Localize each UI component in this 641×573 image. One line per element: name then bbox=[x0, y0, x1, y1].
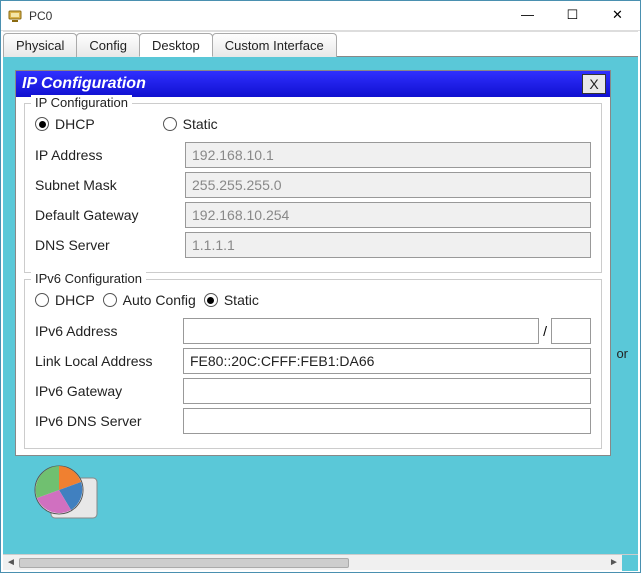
link-local-input[interactable] bbox=[183, 348, 591, 374]
ipv4-legend: IP Configuration bbox=[31, 95, 132, 110]
ipv6-gateway-label: IPv6 Gateway bbox=[35, 383, 183, 399]
ipv6-static-label: Static bbox=[224, 292, 259, 308]
tab-custom-interface[interactable]: Custom Interface bbox=[212, 33, 337, 57]
radio-icon bbox=[163, 117, 177, 131]
desktop-app-icon[interactable] bbox=[31, 456, 101, 526]
tab-desktop[interactable]: Desktop bbox=[139, 33, 213, 57]
ipv6-fieldset: IPv6 Configuration DHCP Auto Config S bbox=[24, 279, 602, 449]
bg-fragment-or: or bbox=[616, 346, 628, 361]
minimize-button[interactable]: — bbox=[505, 1, 550, 29]
app-window: PC0 — ☐ ✕ Physical Config Desktop Custom… bbox=[0, 0, 641, 573]
ip-address-row: IP Address bbox=[35, 142, 591, 168]
ip-address-label: IP Address bbox=[35, 147, 185, 163]
default-gateway-row: Default Gateway bbox=[35, 202, 591, 228]
link-local-label: Link Local Address bbox=[35, 353, 183, 369]
default-gateway-input[interactable] bbox=[185, 202, 591, 228]
link-local-row: Link Local Address bbox=[35, 348, 591, 374]
dns-server-input[interactable] bbox=[185, 232, 591, 258]
ipv6-dhcp-radio[interactable]: DHCP bbox=[35, 292, 95, 308]
pc-icon bbox=[7, 8, 23, 24]
scroll-track[interactable] bbox=[19, 556, 606, 570]
subnet-mask-input[interactable] bbox=[185, 172, 591, 198]
desktop-area: IP Configuration X IP Configuration DHCP… bbox=[9, 58, 632, 548]
ipv6-gateway-input[interactable] bbox=[183, 378, 591, 404]
ipv6-dns-label: IPv6 DNS Server bbox=[35, 413, 183, 429]
ip-config-app: IP Configuration X IP Configuration DHCP… bbox=[15, 70, 611, 456]
ipv6-address-label: IPv6 Address bbox=[35, 323, 183, 339]
subnet-mask-label: Subnet Mask bbox=[35, 177, 185, 193]
ipv6-auto-radio[interactable]: Auto Config bbox=[103, 292, 196, 308]
outer-titlebar: PC0 — ☐ ✕ bbox=[1, 1, 640, 31]
ipv6-mode-row: DHCP Auto Config Static bbox=[35, 292, 591, 308]
ip-config-titlebar: IP Configuration X bbox=[16, 71, 610, 97]
tab-physical[interactable]: Physical bbox=[3, 33, 77, 57]
ipv6-prefix-input[interactable] bbox=[551, 318, 591, 344]
ipv4-static-radio[interactable]: Static bbox=[163, 116, 218, 132]
radio-icon bbox=[204, 293, 218, 307]
radio-icon bbox=[35, 117, 49, 131]
ipv4-dhcp-radio[interactable]: DHCP bbox=[35, 116, 95, 132]
ipv6-static-radio[interactable]: Static bbox=[204, 292, 259, 308]
ip-config-close-button[interactable]: X bbox=[582, 74, 606, 94]
ipv6-dns-row: IPv6 DNS Server bbox=[35, 408, 591, 434]
window-title: PC0 bbox=[29, 9, 505, 23]
scroll-left-button[interactable]: ◄ bbox=[3, 556, 19, 570]
ipv4-mode-row: DHCP Static bbox=[35, 116, 591, 132]
prefix-separator: / bbox=[539, 323, 551, 339]
tab-strip: Physical Config Desktop Custom Interface bbox=[3, 31, 638, 57]
dns-server-label: DNS Server bbox=[35, 237, 185, 253]
subnet-mask-row: Subnet Mask bbox=[35, 172, 591, 198]
horizontal-scrollbar[interactable]: ◄ ► bbox=[3, 554, 638, 570]
close-button[interactable]: ✕ bbox=[595, 1, 640, 29]
ipv6-dhcp-label: DHCP bbox=[55, 292, 95, 308]
ipv6-gateway-row: IPv6 Gateway bbox=[35, 378, 591, 404]
ipv6-address-row: IPv6 Address / bbox=[35, 318, 591, 344]
ipv4-dhcp-label: DHCP bbox=[55, 116, 95, 132]
scroll-right-button[interactable]: ► bbox=[606, 556, 622, 570]
ipv4-static-label: Static bbox=[183, 116, 218, 132]
ipv6-address-input[interactable] bbox=[183, 318, 539, 344]
default-gateway-label: Default Gateway bbox=[35, 207, 185, 223]
ipv6-dns-input[interactable] bbox=[183, 408, 591, 434]
ipv6-auto-label: Auto Config bbox=[123, 292, 196, 308]
maximize-button[interactable]: ☐ bbox=[550, 1, 595, 29]
ip-config-title: IP Configuration bbox=[22, 75, 582, 93]
tab-config[interactable]: Config bbox=[76, 33, 140, 57]
ip-address-input[interactable] bbox=[185, 142, 591, 168]
scroll-thumb[interactable] bbox=[19, 558, 349, 568]
dns-server-row: DNS Server bbox=[35, 232, 591, 258]
scroll-corner bbox=[622, 555, 638, 571]
ipv6-legend: IPv6 Configuration bbox=[31, 271, 146, 286]
radio-icon bbox=[35, 293, 49, 307]
radio-icon bbox=[103, 293, 117, 307]
window-buttons: — ☐ ✕ bbox=[505, 1, 640, 31]
client-area: Physical Config Desktop Custom Interface… bbox=[3, 31, 638, 554]
ipv4-fieldset: IP Configuration DHCP Static IP Address bbox=[24, 103, 602, 273]
